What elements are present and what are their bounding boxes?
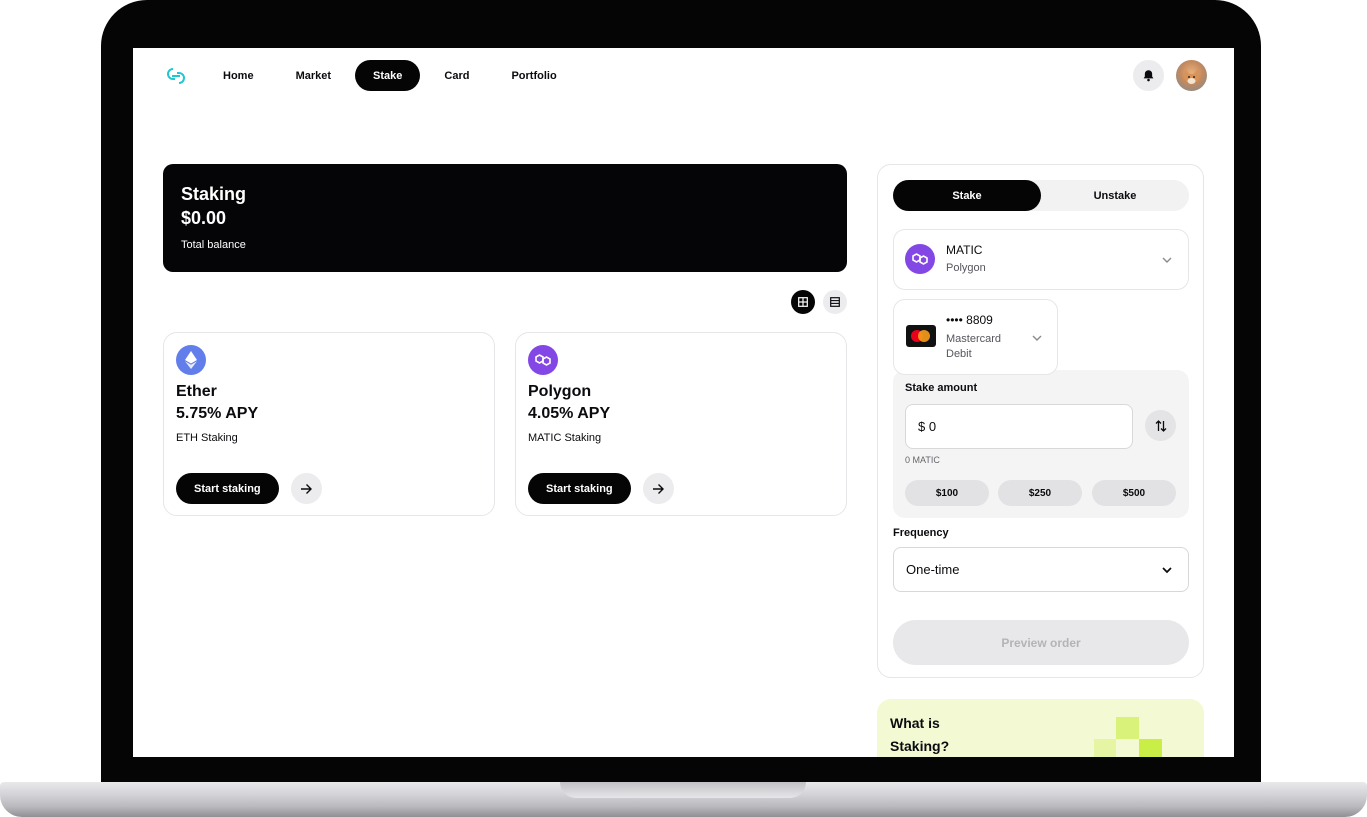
arrow-right-icon [653, 483, 665, 494]
asset-subtitle: MATIC Staking [528, 432, 602, 444]
stake-amount-section: Stake amount $ 0 0 MATIC $100 $250 $500 [893, 370, 1189, 518]
list-view-icon [830, 297, 840, 307]
converted-amount: 0 MATIC [905, 455, 940, 465]
chevron-down-icon [1032, 335, 1042, 341]
asset-symbol: MATIC [946, 243, 983, 257]
polygon-icon [528, 345, 558, 375]
promo-pixel [1094, 739, 1116, 757]
nav-item-stake[interactable]: Stake [355, 60, 421, 91]
frequency-select[interactable]: One-time [893, 547, 1189, 592]
avatar-image [1184, 69, 1199, 84]
asset-subtitle: ETH Staking [176, 432, 238, 444]
ethereum-icon [176, 345, 206, 375]
staking-balance-card: Staking $0.00 Total balance [163, 164, 847, 272]
stake-panel: Stake Unstake MATIC Polygon •••• 8809 Ma… [877, 164, 1204, 678]
asset-card-polygon: Polygon 4.05% APY MATIC Staking Start st… [515, 332, 847, 516]
grid-view-button[interactable] [791, 290, 815, 314]
avatar[interactable] [1176, 60, 1207, 91]
asset-selector[interactable]: MATIC Polygon [893, 229, 1189, 290]
promo-pixel [1139, 739, 1162, 757]
polygon-details-button[interactable] [642, 473, 674, 504]
chevron-down-icon [1162, 567, 1172, 574]
tab-stake[interactable]: Stake [893, 180, 1041, 211]
stake-amount-input[interactable]: $ 0 [905, 404, 1133, 449]
nav-item-home[interactable]: Home [205, 60, 272, 91]
asset-apy: 4.05% APY [528, 405, 611, 422]
ether-details-button[interactable] [290, 473, 322, 504]
nav-item-portfolio[interactable]: Portfolio [493, 60, 574, 91]
frequency-value: One-time [906, 562, 960, 577]
link-rings-logo-icon[interactable] [164, 64, 188, 88]
asset-name: Polygon [528, 383, 592, 400]
quick-amount-500[interactable]: $500 [1092, 480, 1176, 506]
quick-amount-250[interactable]: $250 [998, 480, 1082, 506]
promo-title: What is Staking? [890, 715, 950, 754]
asset-name: Ether [176, 383, 217, 400]
arrow-right-icon [301, 483, 313, 494]
quick-amount-100[interactable]: $100 [905, 480, 989, 506]
nav-item-market[interactable]: Market [278, 60, 349, 91]
stake-unstake-toggle: Stake Unstake [893, 180, 1189, 211]
asset-apy: 5.75% APY [176, 405, 259, 422]
swap-currency-button[interactable] [1145, 410, 1176, 441]
start-staking-ether-button[interactable]: Start staking [176, 473, 279, 504]
preview-order-button[interactable]: Preview order [893, 620, 1189, 665]
frequency-label: Frequency [893, 527, 949, 539]
polygon-icon [905, 244, 935, 274]
mastercard-icon [906, 325, 936, 347]
payment-method-selector[interactable]: •••• 8809 Mastercard Debit [893, 299, 1058, 375]
card-number: •••• 8809 [946, 313, 993, 327]
what-is-staking-card[interactable]: What is Staking? [877, 699, 1204, 757]
list-view-button[interactable] [823, 290, 847, 314]
nav-item-card[interactable]: Card [426, 60, 487, 91]
laptop-notch [560, 782, 806, 798]
grid-view-icon [798, 297, 808, 307]
asset-network: Polygon [946, 262, 986, 274]
balance-amount: $0.00 [181, 208, 227, 228]
tab-unstake[interactable]: Unstake [1041, 180, 1189, 211]
swap-vertical-icon [1155, 419, 1166, 432]
asset-card-ether: Ether 5.75% APY ETH Staking Start stakin… [163, 332, 495, 516]
promo-pixel [1116, 717, 1139, 739]
notifications-button[interactable] [1133, 60, 1164, 91]
chevron-down-icon [1162, 257, 1172, 263]
main-nav: Home Market Stake Card Portfolio [205, 60, 581, 91]
balance-caption: Total balance [181, 239, 246, 251]
start-staking-polygon-button[interactable]: Start staking [528, 473, 631, 504]
card-type: Debit [946, 348, 972, 360]
bell-icon [1143, 70, 1154, 82]
card-brand: Mastercard [946, 333, 1002, 345]
app-screen: Home Market Stake Card Portfolio Staking… [133, 48, 1234, 757]
balance-title: Staking [181, 184, 247, 204]
stake-amount-label: Stake amount [905, 382, 978, 394]
